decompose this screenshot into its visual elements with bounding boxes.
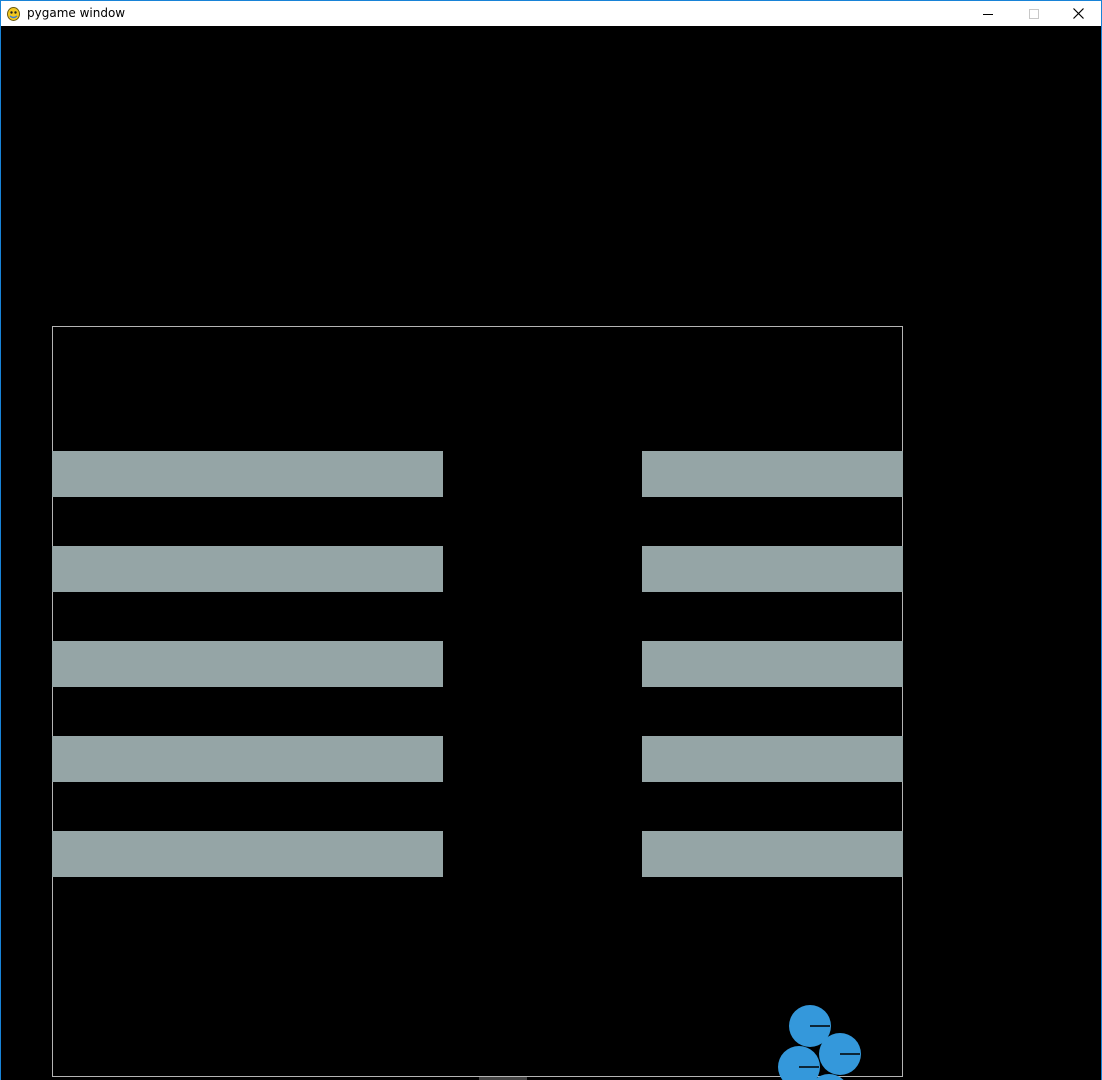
shelf-left-1 <box>52 451 443 497</box>
close-button[interactable] <box>1055 1 1101 26</box>
shelf-right-5 <box>642 831 903 877</box>
shelf-left-5 <box>52 831 443 877</box>
title-bar[interactable]: pygame window <box>1 0 1101 26</box>
shelf-left-2 <box>52 546 443 592</box>
maximize-button[interactable] <box>1011 1 1057 26</box>
pygame-window: pygame window <box>0 0 1102 1080</box>
shelf-right-2 <box>642 546 903 592</box>
warehouse-arena-border <box>52 326 903 1077</box>
shelf-left-3 <box>52 641 443 687</box>
pygame-snake-icon <box>7 7 20 21</box>
shelf-left-4 <box>52 736 443 782</box>
minimize-icon <box>983 13 993 15</box>
close-icon <box>1072 8 1084 19</box>
window-title: pygame window <box>27 6 126 20</box>
minimize-button[interactable] <box>965 1 1011 26</box>
shelf-right-4 <box>642 736 903 782</box>
shelf-right-3 <box>642 641 903 687</box>
shelf-right-1 <box>642 451 903 497</box>
maximize-icon <box>1029 8 1039 19</box>
